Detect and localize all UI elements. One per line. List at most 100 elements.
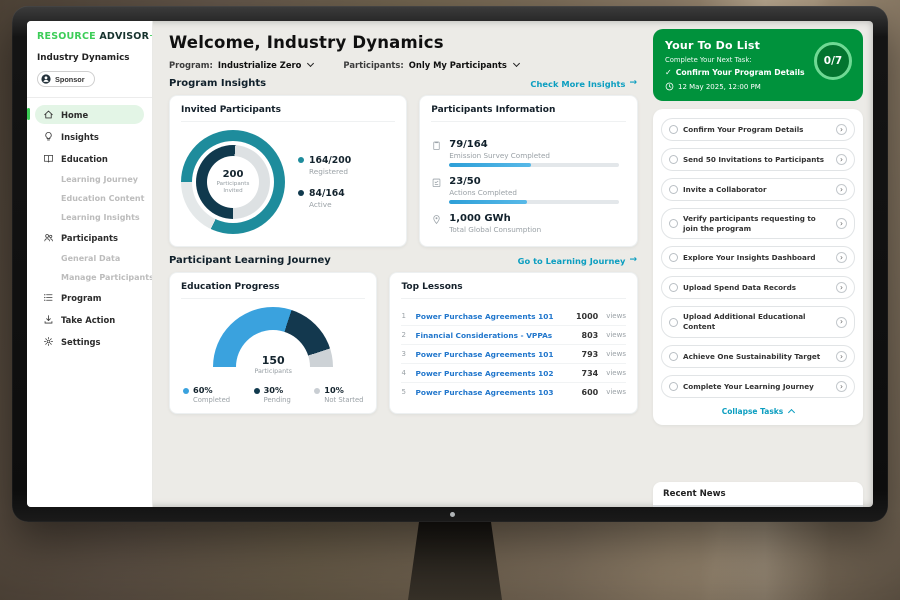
sidebar-item-education[interactable]: Education [35,149,144,168]
legend-pending: 30% Pending [254,385,291,404]
app-logo: RESOURCE ADVISOR+ [27,21,152,49]
location-pin-icon [431,214,442,225]
chevron-right-icon[interactable]: › [836,252,847,263]
todo-title: Your To Do List [665,39,815,52]
logo-resource: RESOURCE [37,31,96,42]
learning-journey-header: Participant Learning Journey Go to Learn… [169,255,637,266]
lesson-link[interactable]: Power Purchase Agreements 101 [415,312,570,321]
checkbox-icon[interactable] [669,318,678,327]
stat-actions-completed: 23/50 Actions Completed [431,176,626,204]
chevron-right-icon[interactable]: › [836,317,847,328]
power-led [450,512,455,517]
todo-progress-counter: 0/7 [814,42,852,80]
emission-survey-progressbar [449,163,619,167]
chevron-right-icon[interactable]: › [836,282,847,293]
sidebar-item-insights[interactable]: Insights [35,127,144,146]
sidebar-item-take-action[interactable]: Take Action [35,310,144,329]
sidebar-item-participants[interactable]: Participants [35,228,144,247]
todo-next-datetime: 12 May 2025, 12:00 PM [665,82,815,91]
checkbox-icon[interactable] [669,382,678,391]
sidebar-item-general-data[interactable]: General Data [35,250,144,267]
clock-icon [665,82,674,91]
navy-dot-icon [254,388,260,394]
lesson-link[interactable]: Power Purchase Agreements 101 [415,350,575,359]
checkbox-icon[interactable] [669,352,678,361]
todo-panel: Your To Do List Complete Your Next Task:… [651,21,873,507]
sidebar-nav: Home Insights Education Learning Journey [27,98,152,361]
participants-information-card: Participants Information 79/164 Emission… [419,95,638,247]
task-invite-collaborator[interactable]: Invite a Collaborator › [661,178,855,201]
todo-task-list: Confirm Your Program Details › Send 50 I… [653,109,863,425]
chevron-right-icon[interactable]: › [836,381,847,392]
section-title-program-insights: Program Insights [169,78,266,89]
task-explore-insights[interactable]: Explore Your Insights Dashboard › [661,246,855,269]
sidebar-item-manage-participants[interactable]: Manage Participants [35,269,144,286]
program-insights-cards: Invited Participants 200 Participants In… [169,95,638,247]
lesson-link[interactable]: Power Purchase Agreements 102 [415,369,575,378]
collapse-tasks-link[interactable]: Collapse Tasks [661,405,855,423]
chevron-right-icon[interactable]: › [836,184,847,195]
lesson-link[interactable]: Power Purchase Agreements 103 [415,388,575,397]
task-verify-participants[interactable]: Verify participants requesting to join t… [661,208,855,239]
navy-dot-icon [298,190,304,196]
chevron-down-icon [307,60,314,67]
chevron-right-icon[interactable]: › [836,124,847,135]
task-achieve-sustainability-target[interactable]: Achieve One Sustainability Target › [661,345,855,368]
people-icon [43,232,54,243]
lesson-row: 3 Power Purchase Agreements 101 793 view… [401,345,626,364]
chevron-right-icon[interactable]: › [836,351,847,362]
task-complete-learning-journey[interactable]: Complete Your Learning Journey › [661,375,855,398]
legend-completed: 60% Completed [183,385,230,404]
chevron-right-icon[interactable]: › [836,154,847,165]
go-to-learning-journey-link[interactable]: Go to Learning Journey → [518,256,637,266]
home-icon [43,109,54,120]
task-upload-spend-data[interactable]: Upload Spend Data Records › [661,276,855,299]
lesson-row: 2 Financial Considerations - VPPAs 803 v… [401,326,626,345]
chevron-up-icon [788,409,795,416]
account-block: Industry Dynamics Sponsor [27,49,152,98]
checkbox-icon[interactable] [669,219,678,228]
gear-icon [43,336,54,347]
legend-not-started: 10% Not Started [314,385,363,404]
sidebar-item-learning-insights[interactable]: Learning Insights [35,209,144,226]
lightbulb-icon [43,131,54,142]
blue-dot-icon [183,388,189,394]
teal-dot-icon [298,157,304,163]
checkbox-icon[interactable] [669,155,678,164]
checkbox-icon[interactable] [669,283,678,292]
sponsor-badge-label: Sponsor [55,75,85,84]
program-filter[interactable]: Program: Industrialize Zero [169,60,313,70]
lesson-row: 4 Power Purchase Agreements 102 734 view… [401,364,626,383]
education-progress-legend: 60% Completed 30% Pending 10% Not Starte… [181,385,365,404]
actions-completed-progressbar [449,200,619,204]
invited-total: 200 [223,169,244,180]
book-icon [43,153,54,164]
list-icon [43,292,54,303]
checkbox-icon[interactable] [669,253,678,262]
sidebar-item-learning-journey[interactable]: Learning Journey [35,171,144,188]
sidebar-item-program[interactable]: Program [35,288,144,307]
learning-journey-cards: Education Progress 150 Participants 60 [169,272,638,414]
check-more-insights-link[interactable]: Check More Insights → [530,79,637,89]
arrow-right-icon: → [629,79,637,88]
sidebar-item-settings[interactable]: Settings [35,332,144,351]
task-upload-educational-content[interactable]: Upload Additional Educational Content › [661,306,855,337]
sidebar-item-home[interactable]: Home [35,105,144,124]
checkbox-icon[interactable] [669,185,678,194]
check-icon: ✓ [665,68,672,77]
download-icon [43,314,54,325]
task-confirm-program-details[interactable]: Confirm Your Program Details › [661,118,855,141]
sponsor-badge[interactable]: Sponsor [37,71,95,87]
program-insights-header: Program Insights Check More Insights → [169,78,637,89]
task-send-invitations[interactable]: Send 50 Invitations to Participants › [661,148,855,171]
todo-next-task[interactable]: ✓ Confirm Your Program Details [665,68,815,77]
chevron-right-icon[interactable]: › [836,218,847,229]
participants-filter[interactable]: Participants: Only My Participants [343,60,518,70]
education-progress-card: Education Progress 150 Participants 60 [169,272,377,414]
account-name: Industry Dynamics [37,53,142,63]
recent-news-header: Recent News [653,482,863,507]
checkbox-icon[interactable] [669,125,678,134]
lesson-link[interactable]: Financial Considerations - VPPAs [415,331,575,340]
lesson-row: 1 Power Purchase Agreements 101 1000 vie… [401,307,626,326]
sidebar-item-education-content[interactable]: Education Content [35,190,144,207]
